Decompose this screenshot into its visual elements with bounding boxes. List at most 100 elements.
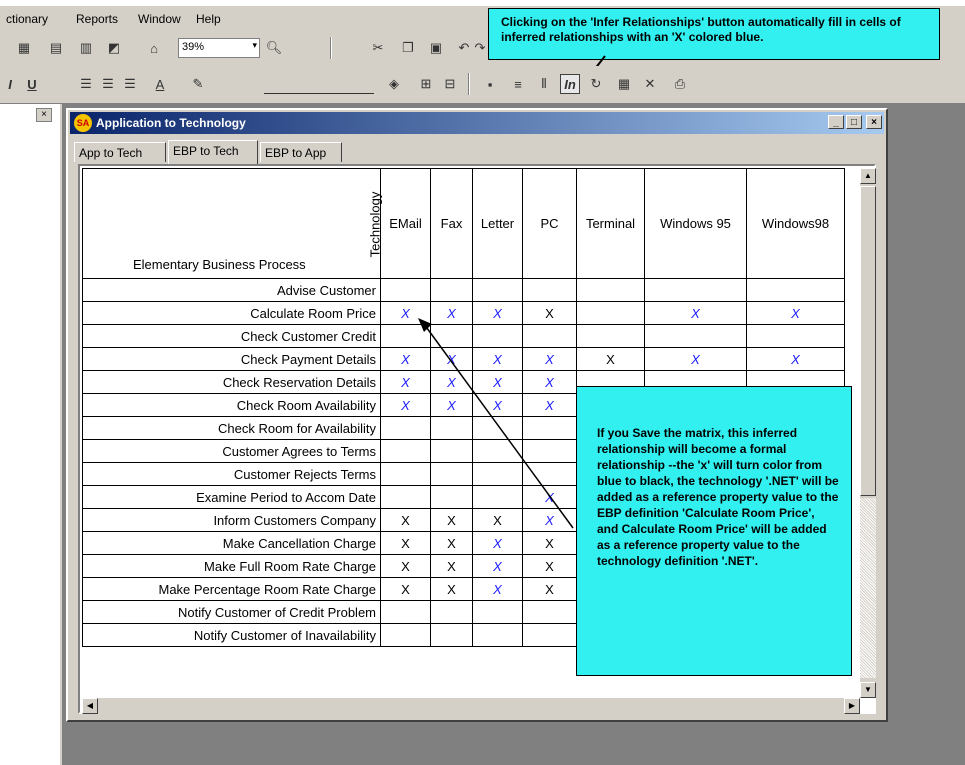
matrix-cell[interactable]: X	[430, 393, 473, 417]
horizontal-scrollbar[interactable]: ◀ ▶	[82, 698, 860, 714]
row-label[interactable]: Customer Rejects Terms	[82, 462, 381, 486]
row-label[interactable]: Notify Customer of Inavailability	[82, 623, 381, 647]
list-icon[interactable]: ≡	[508, 74, 528, 94]
row-label[interactable]: Check Room for Availability	[82, 416, 381, 440]
matrix-cell[interactable]: X	[380, 508, 431, 532]
matrix-cell[interactable]	[522, 324, 577, 348]
matrix-cell[interactable]	[472, 462, 523, 486]
fill-color-icon[interactable]: ◈	[384, 74, 404, 94]
matrix-icon[interactable]: ▦	[614, 74, 634, 94]
matrix-cell[interactable]	[522, 600, 577, 624]
matrix-cell[interactable]	[522, 462, 577, 486]
scissors-icon[interactable]: ✂	[368, 38, 388, 58]
save-icon[interactable]: ▪	[480, 74, 500, 94]
column-header[interactable]: EMail	[380, 168, 431, 279]
matrix-cell[interactable]	[472, 485, 523, 509]
zoom-select[interactable]: 39% ▾	[178, 38, 260, 58]
home-icon[interactable]: ⌂	[144, 38, 164, 58]
matrix-cell[interactable]: X	[644, 301, 747, 325]
matrix-cell[interactable]: X	[522, 485, 577, 509]
matrix-cell[interactable]: X	[380, 531, 431, 555]
scroll-up-icon[interactable]: ▲	[860, 168, 876, 184]
matrix-cell[interactable]: X	[430, 347, 473, 371]
tab-ebp-to-app[interactable]: EBP to App	[260, 142, 342, 162]
scroll-left-icon[interactable]: ◀	[82, 698, 98, 714]
matrix-cell[interactable]	[472, 600, 523, 624]
close-window-icon[interactable]: ×	[866, 115, 882, 129]
matrix-cell[interactable]	[644, 324, 747, 348]
matrix-cell[interactable]: X	[746, 347, 845, 371]
matrix-cell[interactable]	[380, 623, 431, 647]
matrix-cell[interactable]: X	[430, 370, 473, 394]
underline-icon[interactable]: U	[22, 74, 42, 94]
matrix-cell[interactable]	[576, 278, 645, 302]
matrix-cell[interactable]: X	[380, 554, 431, 578]
menu-window[interactable]: Window	[138, 12, 181, 26]
matrix-cell[interactable]: X	[430, 554, 473, 578]
minimize-icon[interactable]: _	[828, 115, 844, 129]
matrix-cell[interactable]	[472, 623, 523, 647]
matrix-cell[interactable]	[430, 324, 473, 348]
print-icon[interactable]: ⎙	[670, 74, 690, 94]
matrix-cell[interactable]	[380, 416, 431, 440]
line-color-icon[interactable]: ✎	[188, 74, 208, 94]
menu-reports[interactable]: Reports	[76, 12, 118, 26]
column-header[interactable]: Windows98	[746, 168, 845, 279]
column-header[interactable]: Letter	[472, 168, 523, 279]
grid-icon[interactable]: ⊞	[416, 74, 436, 94]
matrix-cell[interactable]: X	[430, 531, 473, 555]
matrix-cell[interactable]	[472, 439, 523, 463]
matrix-cell[interactable]: X	[430, 508, 473, 532]
matrix-cell[interactable]: X	[644, 347, 747, 371]
matrix-cell[interactable]	[430, 462, 473, 486]
refresh-icon[interactable]: ↻	[586, 74, 606, 94]
matrix-cell[interactable]: X	[522, 531, 577, 555]
matrix-cell[interactable]	[430, 278, 473, 302]
matrix-cell[interactable]: X	[472, 347, 523, 371]
column-header[interactable]: Fax	[430, 168, 473, 279]
matrix-cell[interactable]: X	[522, 508, 577, 532]
matrix-cell[interactable]	[380, 485, 431, 509]
matrix-cell[interactable]: X	[430, 577, 473, 601]
matrix-cell[interactable]	[380, 600, 431, 624]
matrix-cell[interactable]	[522, 278, 577, 302]
matrix-cell[interactable]	[522, 416, 577, 440]
menu-help[interactable]: Help	[196, 12, 221, 26]
matrix-cell[interactable]: X	[472, 301, 523, 325]
column-header[interactable]: PC	[522, 168, 577, 279]
matrix-cell[interactable]: X	[472, 508, 523, 532]
tab-app-to-tech[interactable]: App to Tech	[74, 142, 166, 162]
matrix-cell[interactable]: X	[522, 577, 577, 601]
matrix-cell[interactable]	[472, 324, 523, 348]
row-label[interactable]: Make Cancellation Charge	[82, 531, 381, 555]
scroll-right-icon[interactable]: ▶	[844, 698, 860, 714]
infer-relationships-icon[interactable]: In	[560, 74, 580, 94]
grid2-icon[interactable]: ⊟	[440, 74, 460, 94]
row-label[interactable]: Customer Agrees to Terms	[82, 439, 381, 463]
matrix-cell[interactable]	[576, 301, 645, 325]
matrix-cell[interactable]	[380, 324, 431, 348]
delete-icon[interactable]: ✕	[640, 74, 660, 94]
matrix-cell[interactable]	[430, 600, 473, 624]
matrix-cell[interactable]: X	[522, 301, 577, 325]
matrix-cell[interactable]	[522, 623, 577, 647]
matrix-cell[interactable]	[522, 439, 577, 463]
close-icon[interactable]: ×	[36, 108, 52, 122]
vertical-scrollbar[interactable]: ▲ ▼	[860, 168, 876, 698]
align-right-icon[interactable]: ☰	[120, 74, 140, 94]
column-header[interactable]: Windows 95	[644, 168, 747, 279]
matrix-cell[interactable]	[644, 278, 747, 302]
matrix-cell[interactable]: X	[472, 370, 523, 394]
scroll-thumb[interactable]	[860, 186, 876, 496]
matrix-cell[interactable]: X	[380, 347, 431, 371]
matrix-cell[interactable]: X	[472, 554, 523, 578]
row-label[interactable]: Examine Period to Accom Date	[82, 485, 381, 509]
row-label[interactable]: Check Payment Details	[82, 347, 381, 371]
row-label[interactable]: Make Percentage Room Rate Charge	[82, 577, 381, 601]
matrix-cell[interactable]	[430, 485, 473, 509]
matrix-cell[interactable]: X	[522, 554, 577, 578]
column-header[interactable]: Terminal	[576, 168, 645, 279]
matrix-cell[interactable]: X	[522, 370, 577, 394]
matrix-cell[interactable]: X	[380, 577, 431, 601]
matrix-cell[interactable]: X	[472, 577, 523, 601]
